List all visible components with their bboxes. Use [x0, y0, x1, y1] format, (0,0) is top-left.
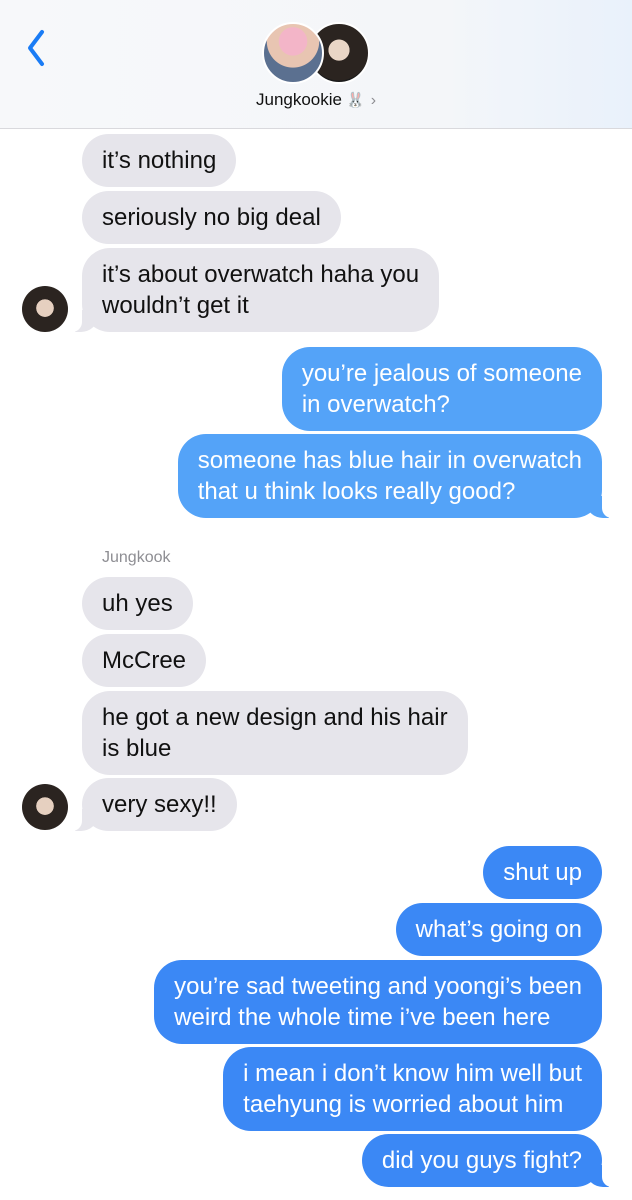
message-bubble-outgoing[interactable]: you’re sad tweeting and yoongi’s been we…	[154, 960, 602, 1044]
message-text-line: taehyung is worried about him	[243, 1091, 564, 1118]
message-text: McCree	[102, 647, 187, 674]
message-text-line: weird the whole time i’ve been here	[174, 1004, 551, 1031]
message-text-line: that u think looks really good?	[197, 478, 516, 505]
message-bubble-incoming[interactable]: seriously no big deal	[82, 191, 341, 244]
avatar[interactable]	[22, 286, 68, 332]
message-text-line: it’s about overwatch haha you	[102, 261, 420, 288]
message-bubble-outgoing[interactable]: did you guys fight?	[361, 1134, 615, 1187]
contact-name-button[interactable]: Jungkookie 🐰 ›	[0, 90, 632, 110]
message-bubble-incoming[interactable]: uh yes	[82, 577, 193, 630]
chat-header: Jungkookie 🐰 ›	[0, 0, 632, 129]
message-text-line: is blue	[102, 735, 172, 762]
message-text-line: you’re sad tweeting and yoongi’s been	[174, 973, 582, 1000]
message-bubble-incoming[interactable]: he got a new design and his hair is blue	[82, 691, 468, 775]
message-text-line: wouldn’t get it	[102, 292, 249, 319]
message-bubble-outgoing[interactable]: i mean i don’t know him well but taehyun…	[223, 1047, 602, 1131]
message-bubble-outgoing[interactable]: shut up	[483, 846, 602, 899]
message-bubble-outgoing[interactable]: you’re jealous of someone in overwatch?	[281, 347, 602, 431]
message-text-line: in overwatch?	[301, 391, 450, 418]
message-text-line: you’re jealous of someone	[301, 360, 582, 387]
message-text: did you guys fight?	[381, 1147, 582, 1174]
message-bubble-outgoing[interactable]: what’s going on	[395, 903, 602, 956]
message-text-line: he got a new design and his hair	[102, 704, 448, 731]
message-text: very sexy!!	[102, 791, 217, 818]
message-text: seriously no big deal	[102, 204, 321, 231]
message-text: it’s nothing	[102, 147, 217, 174]
avatar[interactable]	[22, 784, 68, 830]
message-text: what’s going on	[415, 916, 582, 943]
back-button[interactable]	[18, 26, 58, 70]
message-text-line: i mean i don’t know him well but	[243, 1060, 582, 1087]
message-bubble-incoming[interactable]: McCree	[82, 634, 207, 687]
chevron-right-icon: ›	[370, 92, 377, 109]
message-bubble-incoming[interactable]: it’s nothing	[82, 134, 237, 187]
contact-name: Jungkookie	[255, 90, 342, 109]
message-text: uh yes	[102, 590, 173, 617]
message-bubble-incoming[interactable]: it’s about overwatch haha you wouldn’t g…	[69, 248, 440, 332]
rabbit-emoji: 🐰	[346, 92, 365, 109]
group-avatars[interactable]	[262, 22, 372, 86]
message-bubble-outgoing[interactable]: someone has blue hair in overwatch that …	[177, 434, 615, 518]
chevron-left-icon	[28, 30, 44, 66]
message-bubble-incoming[interactable]: very sexy!!	[70, 778, 237, 831]
sender-name: Jungkook	[102, 549, 171, 566]
avatar	[262, 22, 324, 84]
message-text: shut up	[503, 859, 582, 886]
message-text-line: someone has blue hair in overwatch	[197, 447, 582, 474]
